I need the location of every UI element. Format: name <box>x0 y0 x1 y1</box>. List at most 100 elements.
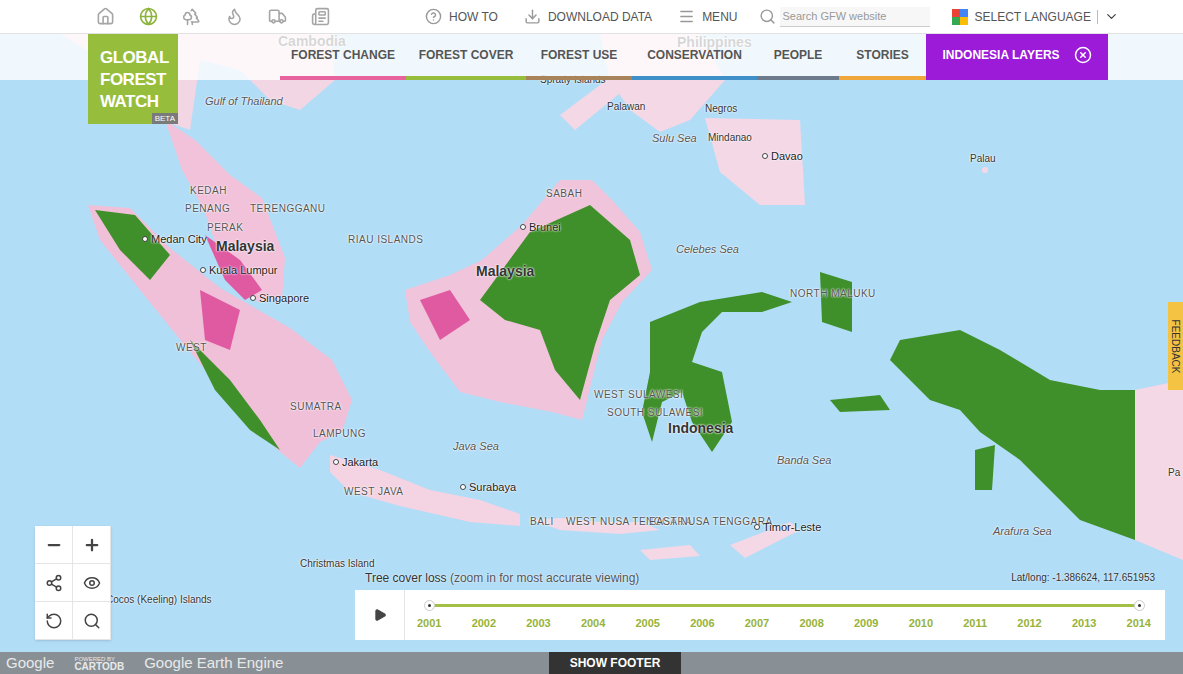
map-label: Pa <box>1168 467 1180 478</box>
timeline-year[interactable]: 2014 <box>1127 615 1151 632</box>
map-label: Negros <box>705 103 737 114</box>
legend: Tree cover loss (zoom in for most accura… <box>365 569 639 587</box>
city-dot-icon <box>754 524 760 530</box>
map-label: Christmas Island <box>300 558 358 569</box>
nav-icon[interactable] <box>96 7 115 26</box>
map-label: SOUTH SULAWESI <box>607 407 703 418</box>
city-dot-icon <box>250 295 256 301</box>
map-label: WEST SULAWESI <box>594 389 683 400</box>
chevron-down-icon <box>1104 9 1119 24</box>
app: CambodiaPhilippinesGulf of ThailandSprat… <box>0 0 1183 674</box>
map-label: PENANG <box>185 203 230 214</box>
nav-icon[interactable] <box>311 7 330 26</box>
map-control-button[interactable] <box>73 564 111 602</box>
nav-icon[interactable] <box>182 7 201 26</box>
map-label: Palau <box>970 153 996 164</box>
nav-icon[interactable] <box>268 7 287 26</box>
language-select[interactable]: SELECT LANGUAGE <box>952 8 1118 26</box>
timeline-year[interactable]: 2010 <box>909 615 933 632</box>
map-control-button[interactable] <box>35 602 73 640</box>
city-dot-icon <box>520 224 526 230</box>
timeline-year[interactable]: 2003 <box>526 615 550 632</box>
play-icon <box>373 608 387 622</box>
search-icon <box>759 8 776 25</box>
tab[interactable]: STORIES <box>839 34 926 80</box>
play-button[interactable] <box>355 590 405 640</box>
beta-badge: BETA <box>152 113 178 124</box>
tab[interactable]: FOREST COVER <box>406 34 526 80</box>
tab[interactable]: INDONESIA LAYERS <box>926 34 1108 80</box>
timeline-year[interactable]: 2007 <box>745 615 769 632</box>
feedback-tab[interactable]: FEEDBACK <box>1168 302 1183 390</box>
map-label: SABAH <box>546 188 582 199</box>
map-label: Medan City <box>142 233 207 245</box>
city-dot-icon <box>142 236 148 242</box>
map-label: Gulf of Thailand <box>205 95 257 107</box>
map-label: Arafura Sea <box>993 525 1052 537</box>
coordinates: Lat/long: -1.386624, 117.651953 <box>1011 570 1155 585</box>
map-label: Indonesia <box>668 421 733 436</box>
map-label: Timor-Leste <box>754 521 821 533</box>
top-link[interactable]: DOWNLOAD DATA <box>524 8 652 26</box>
timeline-slider[interactable]: 2001 2002 2003 2004 2005 2006 2007 2008 2009 2010… <box>405 598 1165 632</box>
map-label: NORTH MALUKU <box>790 288 876 299</box>
map-label: Surabaya <box>460 481 516 493</box>
map-label: PERAK <box>207 222 243 233</box>
top-links: HOW TO DOWNLOAD DATA MENU <box>425 8 737 26</box>
close-icon[interactable] <box>1074 46 1092 64</box>
timeline-year[interactable]: 2012 <box>1017 615 1041 632</box>
timeline-year[interactable]: 2011 <box>963 615 987 632</box>
map-control-button[interactable] <box>73 526 111 564</box>
map-label: Sulu Sea <box>652 132 697 144</box>
timeline-year[interactable]: 2002 <box>472 615 496 632</box>
map-label: BALI <box>530 516 554 527</box>
tab[interactable]: FOREST USE <box>526 34 632 80</box>
city-dot-icon <box>460 484 466 490</box>
map-label: Celebes Sea <box>676 243 739 255</box>
tab[interactable]: CONSERVATION <box>632 34 757 80</box>
timeline-year[interactable]: 2013 <box>1072 615 1096 632</box>
icon-nav <box>0 7 425 26</box>
map-label: Kuala Lumpur <box>200 264 278 276</box>
map-controls <box>35 526 111 640</box>
map-control-button[interactable] <box>35 564 73 602</box>
map-label: WEST JAVA <box>344 486 404 497</box>
timeline-handle[interactable] <box>1134 600 1145 611</box>
map-label: WEST <box>176 342 207 353</box>
map-label: EAST NUSA TENGGARA <box>649 516 711 527</box>
logo[interactable]: GLOBALFORESTWATCHBETA <box>88 34 178 124</box>
map-control-button[interactable] <box>73 602 111 640</box>
map-label: Singapore <box>250 292 309 304</box>
timeline-year[interactable]: 2004 <box>581 615 605 632</box>
map-label: Brunei <box>520 221 561 233</box>
city-dot-icon <box>762 153 768 159</box>
city-dot-icon <box>200 267 206 273</box>
map-label: Davao <box>762 150 803 162</box>
map-label: Mindanao <box>708 132 752 143</box>
top-link[interactable]: MENU <box>678 8 737 26</box>
timeline-range <box>429 604 1139 607</box>
timeline-year[interactable]: 2006 <box>690 615 714 632</box>
map-label: SUMATRA <box>290 401 342 412</box>
timeline-handle[interactable] <box>424 600 435 611</box>
map-label: RIAU ISLANDS <box>348 234 423 245</box>
timeline-year[interactable]: 2008 <box>799 615 823 632</box>
nav-icon[interactable] <box>225 7 244 26</box>
translate-icon <box>952 9 968 25</box>
map-label: LAMPUNG <box>313 428 366 439</box>
map-label: TERENGGANU <box>250 203 326 214</box>
timeline-year[interactable]: 2005 <box>636 615 660 632</box>
map-label: Malaysia <box>476 264 534 279</box>
map-label: Jakarta <box>333 456 378 468</box>
tab[interactable]: FOREST CHANGE <box>280 34 406 80</box>
map-label: Malaysia <box>216 239 274 254</box>
timeline-year[interactable]: 2001 <box>417 615 441 632</box>
timeline-year[interactable]: 2009 <box>854 615 878 632</box>
nav-icon[interactable] <box>139 7 158 26</box>
search-input[interactable] <box>780 7 930 27</box>
top-link[interactable]: HOW TO <box>425 8 498 26</box>
tab[interactable]: PEOPLE <box>757 34 839 80</box>
timeline: 2001 2002 2003 2004 2005 2006 2007 2008 2009 2010… <box>355 590 1165 640</box>
map-control-button[interactable] <box>35 526 73 564</box>
show-footer-button[interactable]: SHOW FOOTER <box>549 652 681 674</box>
